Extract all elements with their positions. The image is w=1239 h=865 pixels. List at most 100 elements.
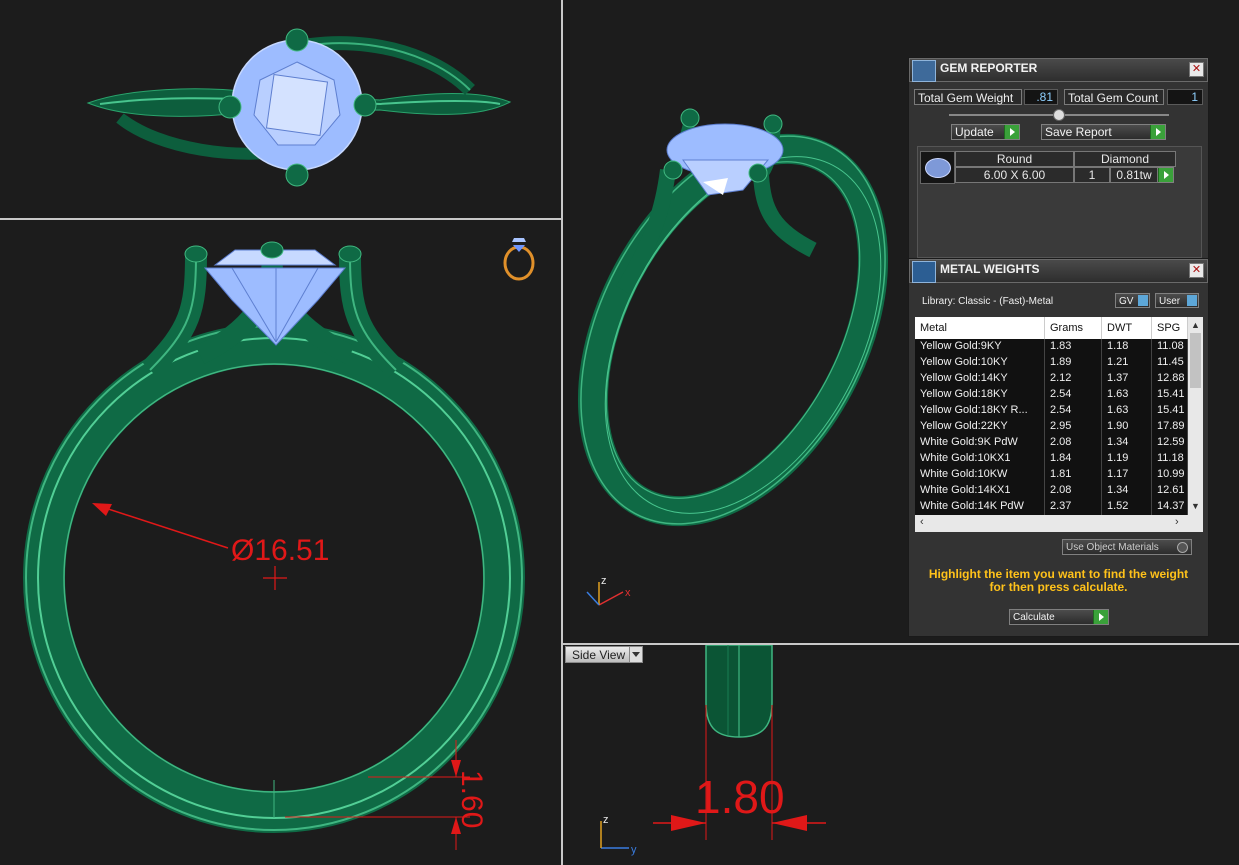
table-row[interactable]: Yellow Gold:10KY 1.89 1.21 11.45 — [915, 355, 1188, 371]
front-viewport[interactable]: Ø16.51 1.60 — [0, 220, 561, 865]
ring-icon — [503, 238, 535, 281]
column-header-metal[interactable]: Metal — [915, 317, 1045, 339]
table-row[interactable]: Yellow Gold:22KY 2.95 1.90 17.89 — [915, 419, 1188, 435]
scroll-left-icon[interactable]: ‹ — [920, 516, 924, 528]
scroll-right-icon[interactable]: › — [1175, 516, 1179, 528]
table-row[interactable]: White Gold:10KW 1.81 1.17 10.99 — [915, 467, 1188, 483]
use-object-materials-toggle[interactable]: Use Object Materials — [1062, 539, 1192, 555]
play-icon — [1150, 125, 1165, 139]
table-row[interactable]: White Gold:14KX1 2.08 1.34 12.61 — [915, 483, 1188, 499]
top-view-ring-render — [86, 28, 512, 187]
axis-gizmo: x z — [586, 575, 631, 606]
gem-row-action-button[interactable] — [1158, 167, 1174, 183]
dwt-value: 1.34 — [1102, 435, 1152, 451]
metal-weights-table[interactable]: Metal Grams DWT SPG Yellow Gold:9KY 1.83 1… — [915, 317, 1203, 532]
scroll-up-icon[interactable]: ▲ — [1191, 320, 1200, 330]
vertical-scrollbar[interactable]: ▲ ▼ — [1188, 317, 1203, 515]
axis-z-label-side: z — [603, 814, 609, 826]
grams-value: 1.89 — [1045, 355, 1102, 371]
dwt-value: 1.21 — [1102, 355, 1152, 371]
gem-shape: Round — [955, 151, 1074, 167]
spg-value: 17.89 — [1152, 419, 1188, 435]
calculate-button[interactable]: Calculate — [1009, 609, 1109, 625]
chevron-down-icon[interactable] — [629, 647, 642, 662]
axis-z-label: z — [601, 575, 607, 587]
grams-value: 1.81 — [1045, 467, 1102, 483]
grams-value: 1.84 — [1045, 451, 1102, 467]
scale-icon — [912, 261, 936, 283]
spg-value: 12.61 — [1152, 483, 1188, 499]
spg-value: 14.37 — [1152, 499, 1188, 515]
table-row[interactable]: White Gold:10KX1 1.84 1.19 11.18 — [915, 451, 1188, 467]
gem-report-icon — [912, 60, 936, 82]
spg-value: 11.18 — [1152, 451, 1188, 467]
gem-reporter-title: GEM REPORTER — [940, 61, 1038, 75]
side-viewport[interactable]: 1.80 z y — [563, 645, 1239, 865]
metal-name: White Gold:10KX1 — [915, 451, 1045, 467]
dwt-value: 1.52 — [1102, 499, 1152, 515]
info-icon — [1187, 295, 1197, 306]
gv-toggle-label: GV — [1119, 296, 1134, 307]
table-row[interactable]: White Gold:14K PdW 2.37 1.52 14.37 — [915, 499, 1188, 515]
gem-reporter-titlebar[interactable]: GEM REPORTER ✕ — [909, 58, 1208, 82]
metal-name: Yellow Gold:18KY R... — [915, 403, 1045, 419]
close-icon[interactable]: ✕ — [1189, 263, 1204, 278]
column-header-grams[interactable]: Grams — [1045, 317, 1102, 339]
gem-thumbnail-icon[interactable] — [920, 151, 955, 184]
gem-weight: 0.81tw — [1110, 167, 1158, 183]
gem-count: 1 — [1074, 167, 1110, 183]
table-row[interactable]: Yellow Gold:18KY 2.54 1.63 15.41 — [915, 387, 1188, 403]
play-icon — [1093, 610, 1108, 624]
spg-value: 10.99 — [1152, 467, 1188, 483]
save-report-button-label: Save Report — [1045, 125, 1112, 139]
metal-weights-titlebar[interactable]: METAL WEIGHTS ✕ — [909, 259, 1208, 283]
gv-toggle[interactable]: GV — [1115, 293, 1150, 308]
metal-name: Yellow Gold:18KY — [915, 387, 1045, 403]
close-icon[interactable]: ✕ — [1189, 62, 1204, 77]
grams-value: 2.08 — [1045, 483, 1102, 499]
metal-name: White Gold:14KX1 — [915, 483, 1045, 499]
metal-weights-title: METAL WEIGHTS — [940, 262, 1040, 276]
spg-value: 12.88 — [1152, 371, 1188, 387]
width-dimension: 1.80 — [695, 771, 785, 823]
axis-x-label: x — [625, 587, 631, 599]
column-header-spg[interactable]: SPG — [1152, 317, 1188, 339]
horizontal-scrollbar[interactable]: ‹ › — [915, 515, 1203, 532]
axis-gizmo-side: z y — [600, 814, 637, 856]
top-viewport[interactable] — [0, 0, 561, 218]
scroll-thumb[interactable] — [1190, 333, 1201, 388]
play-icon — [1158, 168, 1173, 182]
metal-name: White Gold:10KW — [915, 467, 1045, 483]
spg-value: 11.08 — [1152, 339, 1188, 355]
update-button[interactable]: Update — [951, 124, 1020, 140]
spg-value: 11.45 — [1152, 355, 1188, 371]
column-header-dwt[interactable]: DWT — [1102, 317, 1152, 339]
dwt-value: 1.34 — [1102, 483, 1152, 499]
spg-value: 12.59 — [1152, 435, 1188, 451]
dwt-value: 1.90 — [1102, 419, 1152, 435]
user-toggle[interactable]: User — [1155, 293, 1199, 308]
radio-icon — [1177, 542, 1188, 553]
dwt-value: 1.37 — [1102, 371, 1152, 387]
table-row[interactable]: Yellow Gold:9KY 1.83 1.18 11.08 — [915, 339, 1188, 355]
scroll-down-icon[interactable]: ▼ — [1191, 501, 1200, 511]
diameter-dimension: Ø16.51 — [231, 534, 329, 567]
view-selector-dropdown[interactable]: Side View — [565, 646, 643, 663]
side-view-ring-render: 1.80 z y — [600, 645, 826, 856]
metal-name: Yellow Gold:10KY — [915, 355, 1045, 371]
info-icon — [1138, 295, 1148, 306]
dwt-value: 1.17 — [1102, 467, 1152, 483]
grams-value: 2.54 — [1045, 403, 1102, 419]
gem-material: Diamond — [1074, 151, 1176, 167]
metal-name: White Gold:9K PdW — [915, 435, 1045, 451]
save-report-button[interactable]: Save Report — [1041, 124, 1166, 140]
total-gem-count-value: 1 — [1167, 89, 1203, 105]
table-row[interactable]: White Gold:9K PdW 2.08 1.34 12.59 — [915, 435, 1188, 451]
grams-value: 2.37 — [1045, 499, 1102, 515]
axis-y-label-side: y — [631, 844, 637, 856]
slider-handle[interactable] — [1053, 109, 1065, 121]
table-row[interactable]: Yellow Gold:14KY 2.12 1.37 12.88 — [915, 371, 1188, 387]
metal-name: Yellow Gold:9KY — [915, 339, 1045, 355]
play-icon — [1004, 125, 1019, 139]
table-row[interactable]: Yellow Gold:18KY R... 2.54 1.63 15.41 — [915, 403, 1188, 419]
